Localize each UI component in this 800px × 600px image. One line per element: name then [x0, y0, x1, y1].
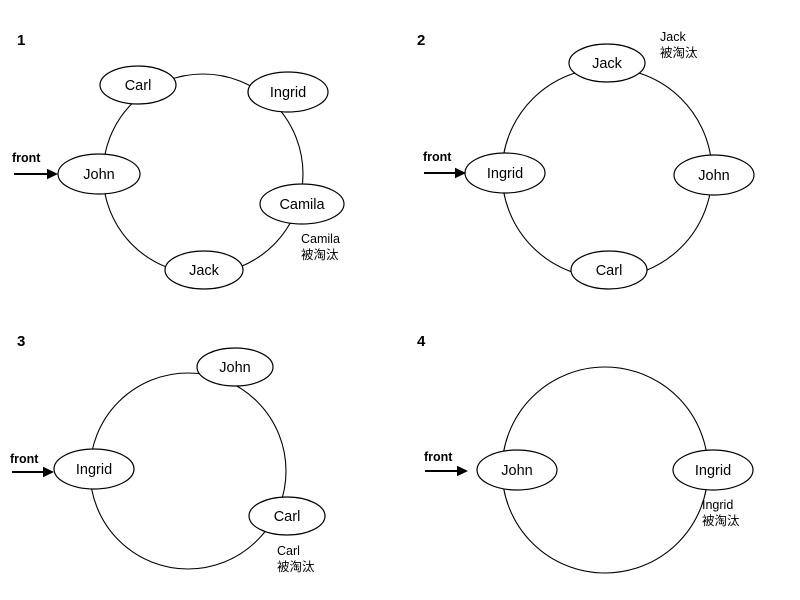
node-label-ingrid[interactable]: Ingrid — [695, 463, 731, 478]
front-arrow-head — [457, 465, 468, 477]
panel-4-graphics — [425, 366, 754, 574]
front-label-panel-4: front — [424, 450, 453, 464]
panel-4: 4 front John Ingrid Ingrid 被淘汰 — [0, 0, 800, 600]
eliminated-note: 被淘汰 — [702, 513, 740, 529]
eliminated-annotation-panel-4: Ingrid 被淘汰 — [702, 498, 740, 529]
diagram-canvas: 1 front John Carl Ingrid Camila Jack Camila 被淘汰 2… — [0, 0, 800, 600]
eliminated-name: Ingrid — [702, 498, 734, 512]
node-label-john[interactable]: John — [501, 463, 532, 478]
panel-index-4: 4 — [417, 333, 426, 350]
